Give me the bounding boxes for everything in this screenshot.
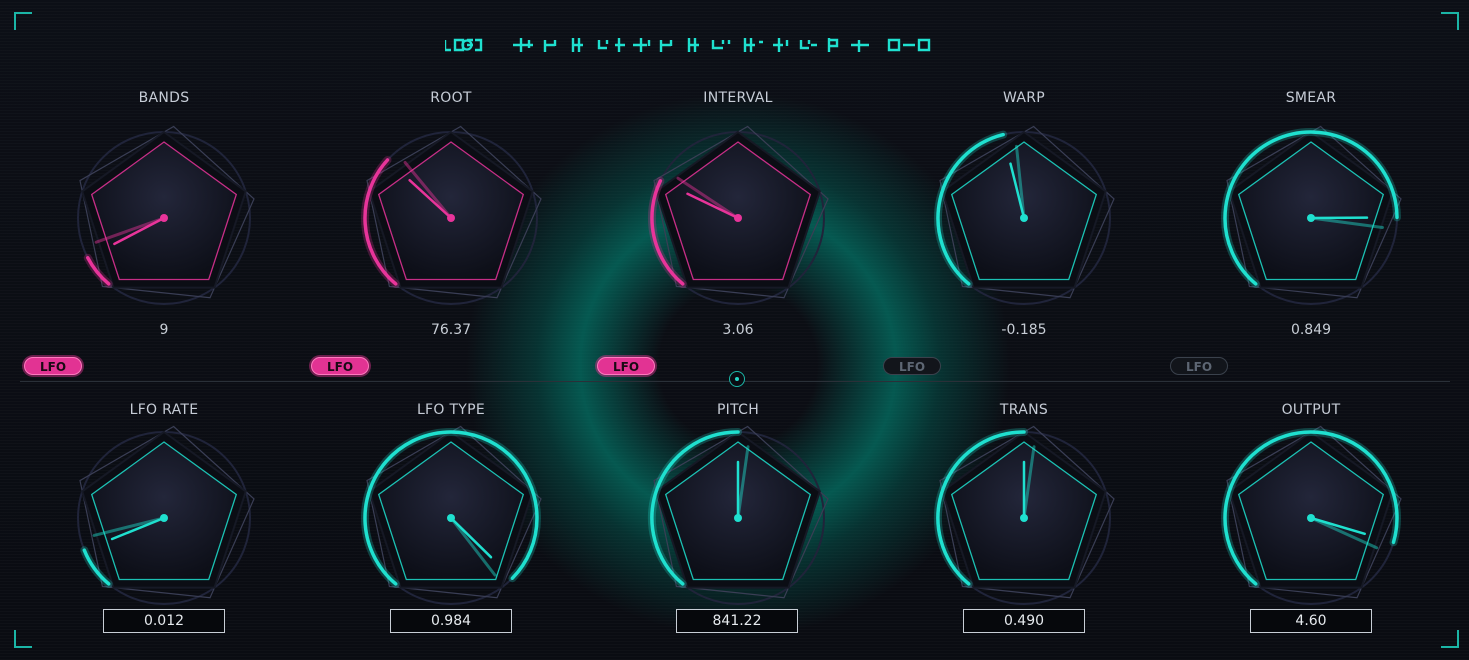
knob-label-smear: SMEAR [1285, 90, 1337, 106]
smear-lfo-toggle[interactable]: LFO [1170, 357, 1228, 375]
knob-label-lfo-type: LFO TYPE [416, 402, 486, 418]
knob-label-interval: INTERVAL [703, 90, 773, 106]
trans-knob[interactable] [929, 423, 1119, 613]
corner-bracket-icon [14, 12, 32, 30]
warp-value: -0.185 [1001, 322, 1047, 338]
knob-center-dot [447, 514, 455, 522]
title-glyph-8 [711, 40, 731, 50]
plugin-panel: BANDS ROOT INTERVAL WARP SMEAR 9 76.37 3… [0, 0, 1469, 660]
title-glyph-2 [543, 40, 557, 52]
knob-center-dot [1020, 514, 1028, 522]
knob-label-lfo-rate: LFO RATE [129, 402, 199, 418]
pitch-knob[interactable] [643, 423, 833, 613]
knob-label-trans: TRANS [999, 402, 1049, 418]
warp-lfo-toggle[interactable]: LFO [883, 357, 941, 375]
title-glyph-5 [633, 38, 651, 52]
root-lfo-toggle[interactable]: LFO [311, 357, 369, 375]
knob-center-dot [1020, 214, 1028, 222]
output-knob[interactable] [1216, 423, 1406, 613]
title-glyph-3 [571, 38, 583, 52]
warp-knob[interactable] [929, 123, 1119, 313]
lfo-rate-knob[interactable] [69, 423, 259, 613]
smear-knob[interactable] [1216, 123, 1406, 313]
title-glyph-13 [851, 40, 869, 52]
title-glyph-7 [687, 38, 699, 52]
corner-bracket-icon [1441, 12, 1459, 30]
center-indicator-icon [729, 371, 745, 387]
title-glyph-1 [513, 38, 533, 52]
lfo-type-value-field[interactable]: 0.984 [390, 609, 512, 633]
bands-knob[interactable] [69, 123, 259, 313]
lfo-type-knob[interactable] [356, 423, 546, 613]
interval-value: 3.06 [722, 322, 754, 338]
knob-center-dot [160, 514, 168, 522]
knob-center-dot [160, 214, 168, 222]
smear-value: 0.849 [1290, 322, 1332, 338]
knob-center-dot [1307, 214, 1315, 222]
title-glyph-4 [597, 38, 625, 52]
bands-value: 9 [159, 322, 169, 338]
title-glyph-12 [827, 38, 839, 52]
title-glyph-9 [743, 38, 763, 52]
knob-center-dot [447, 214, 455, 222]
knob-center-dot [734, 514, 742, 522]
output-value-field[interactable]: 4.60 [1250, 609, 1372, 633]
knob-label-bands: BANDS [138, 90, 190, 106]
pitch-value-field[interactable]: 841.22 [676, 609, 798, 633]
knob-center-dot [734, 214, 742, 222]
title-glyph-6 [659, 40, 673, 52]
interval-knob[interactable] [643, 123, 833, 313]
lfo-rate-value-field[interactable]: 0.012 [103, 609, 225, 633]
knob-label-root: ROOT [430, 90, 472, 106]
alien-glyph-title-logo [445, 38, 931, 52]
root-knob[interactable] [356, 123, 546, 313]
root-value: 76.37 [430, 322, 472, 338]
knob-label-warp: WARP [1002, 90, 1046, 106]
corner-bracket-icon [1441, 630, 1459, 648]
trans-value-field[interactable]: 0.490 [963, 609, 1085, 633]
interval-lfo-toggle[interactable]: LFO [597, 357, 655, 375]
knob-label-output: OUTPUT [1281, 402, 1341, 418]
title-glyph-10 [773, 38, 789, 52]
corner-bracket-icon [14, 630, 32, 648]
knob-label-pitch: PITCH [716, 402, 760, 418]
knob-center-dot [1307, 514, 1315, 522]
title-glyph-14 [887, 38, 931, 52]
title-glyph-11 [799, 40, 817, 50]
bands-lfo-toggle[interactable]: LFO [24, 357, 82, 375]
